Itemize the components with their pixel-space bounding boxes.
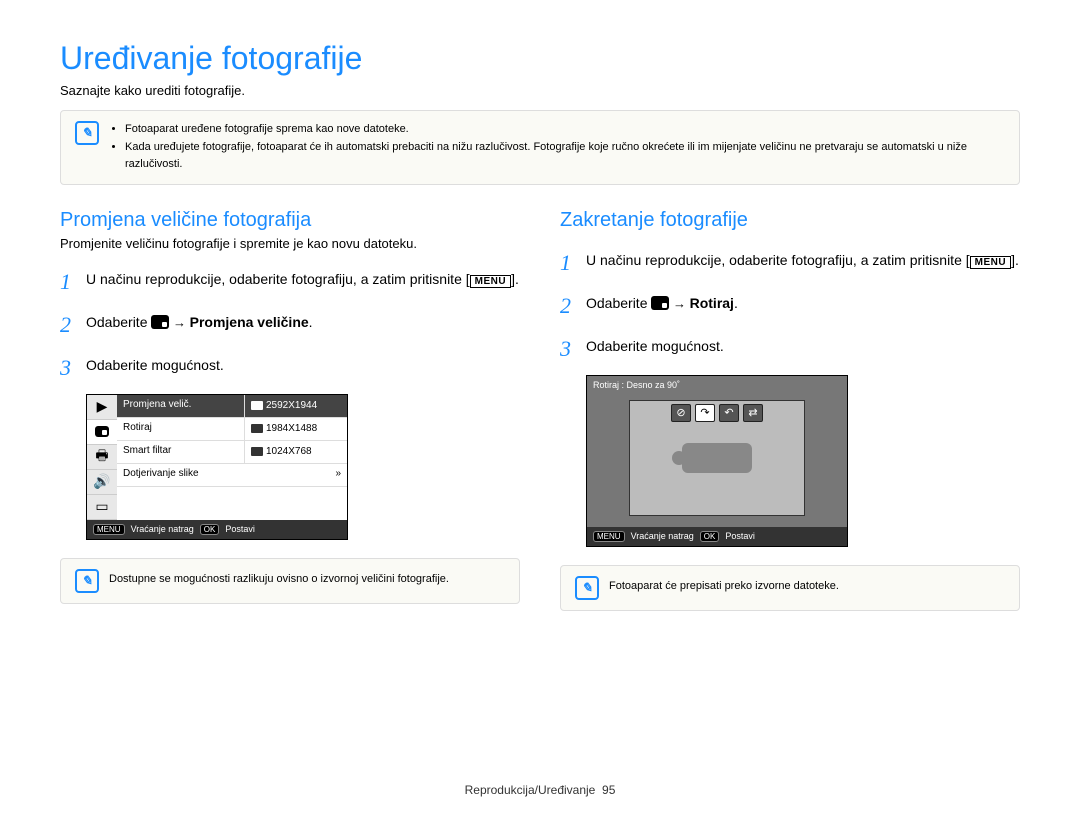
top-note-item: Kada uređujete fotografije, fotoaparat ć… (125, 139, 1005, 174)
arrow-right-icon: » (232, 464, 347, 486)
left-note-box: ✎ Dostupne se mogućnosti razlikuju ovisn… (60, 558, 520, 604)
print-icon: 🖶 (87, 445, 117, 470)
menu-button-label: MENU (970, 256, 1011, 269)
step-2: 2 Odaberite → Rotiraj. (560, 289, 1020, 322)
section-resize: Promjena veličine fotografija Promjenite… (60, 209, 520, 611)
play-icon: ▶ (87, 395, 117, 420)
note-icon: ✎ (575, 576, 599, 600)
section-heading: Promjena veličine fotografija (60, 209, 520, 232)
menu-pill: MENU (93, 524, 125, 535)
arrow-icon: → (669, 296, 689, 311)
top-note-box: ✎ Fotoaparat uređene fotografije sprema … (60, 110, 1020, 185)
flip-icon: ⇄ (743, 404, 763, 422)
camera-screenshot-rotate: Rotiraj : Desno za 90˚ ⊘ ↷ ↶ ⇄ MENU Vrać… (586, 375, 848, 547)
step-number: 3 (60, 351, 76, 384)
top-note-item: Fotoaparat uređene fotografije sprema ka… (125, 121, 1005, 139)
top-note-list: Fotoaparat uređene fotografije sprema ka… (109, 121, 1005, 174)
cam-menu: Promjena velič. 2592X1944 Rotiraj 1984X1… (117, 395, 347, 520)
menu-pill: MENU (593, 531, 625, 542)
step-text: Odaberite mogućnost. (86, 351, 224, 384)
step-1: 1 U načinu reprodukcije, odaberite fotog… (560, 246, 1020, 279)
edit-icon (151, 315, 169, 329)
note-icon: ✎ (75, 569, 99, 593)
cam-row: Rotiraj 1984X1488 (117, 418, 347, 441)
step-bold: Promjena veličine (190, 314, 309, 330)
off-icon: ⊘ (671, 404, 691, 422)
cam-footer: MENU Vraćanje natrag OK Postavi (587, 527, 847, 546)
note-text: Dostupne se mogućnosti razlikuju ovisno … (109, 571, 449, 589)
step-text: U načinu reprodukcije, odaberite fotogra… (586, 252, 970, 268)
cam-row: Smart filtar 1024X768 (117, 441, 347, 464)
edit-tab-icon (87, 420, 117, 445)
step-text-end: ]. (1011, 252, 1019, 268)
rotate-toolbar: ⊘ ↷ ↶ ⇄ (671, 404, 763, 422)
page-title: Uređivanje fotografije (60, 40, 1020, 77)
right-note-box: ✎ Fotoaparat će prepisati preko izvorne … (560, 565, 1020, 611)
ok-pill: OK (700, 531, 720, 542)
step-3: 3 Odaberite mogućnost. (560, 332, 1020, 365)
cam-footer: MENU Vraćanje natrag OK Postavi (87, 520, 347, 539)
cam-row: Promjena velič. 2592X1944 (117, 395, 347, 418)
rotate-left-icon: ↶ (719, 404, 739, 422)
edit-icon (651, 296, 669, 310)
rotate-label: Rotiraj : Desno za 90˚ (593, 380, 680, 390)
page-footer: Reprodukcija/Uređivanje 95 (0, 783, 1080, 797)
display-icon: ▭ (87, 495, 117, 520)
note-text: Fotoaparat će prepisati preko izvorne da… (609, 578, 839, 596)
section-rotate: Zakretanje fotografije 1 U načinu reprod… (560, 209, 1020, 611)
step-number: 2 (560, 289, 576, 322)
resolution-icon (251, 424, 263, 433)
section-lead: Promjenite veličinu fotografije i spremi… (60, 236, 520, 251)
section-heading: Zakretanje fotografije (560, 209, 1020, 232)
step-number: 3 (560, 332, 576, 365)
step-number: 1 (60, 265, 76, 298)
manual-page: Uređivanje fotografije Saznajte kako ure… (0, 0, 1080, 815)
arrow-icon: → (169, 315, 189, 330)
rotate-right-icon: ↷ (695, 404, 715, 422)
cam-sidebar: ▶ 🖶 🔊 ▭ (87, 395, 117, 520)
note-icon: ✎ (75, 121, 99, 145)
step-text-end: ]. (511, 271, 519, 287)
resolution-icon (251, 447, 263, 456)
step-text: Odaberite (86, 314, 151, 330)
cam-row: Dotjerivanje slike » (117, 464, 347, 487)
resolution-icon (251, 401, 263, 410)
step-2: 2 Odaberite → Promjena veličine. (60, 308, 520, 341)
sample-image (682, 443, 752, 473)
step-number: 2 (60, 308, 76, 341)
page-subtitle: Saznajte kako urediti fotografije. (60, 83, 1020, 98)
step-text: U načinu reprodukcije, odaberite fotogra… (86, 271, 470, 287)
step-1: 1 U načinu reprodukcije, odaberite fotog… (60, 265, 520, 298)
sound-icon: 🔊 (87, 470, 117, 495)
step-bold: Rotiraj (690, 295, 734, 311)
step-number: 1 (560, 246, 576, 279)
ok-pill: OK (200, 524, 220, 535)
step-3: 3 Odaberite mogućnost. (60, 351, 520, 384)
step-text: Odaberite (586, 295, 651, 311)
step-text: Odaberite mogućnost. (586, 332, 724, 365)
camera-screenshot-resize: ▶ 🖶 🔊 ▭ Promjena velič. 2592X1944 Rotira… (86, 394, 348, 540)
menu-button-label: MENU (470, 275, 511, 288)
